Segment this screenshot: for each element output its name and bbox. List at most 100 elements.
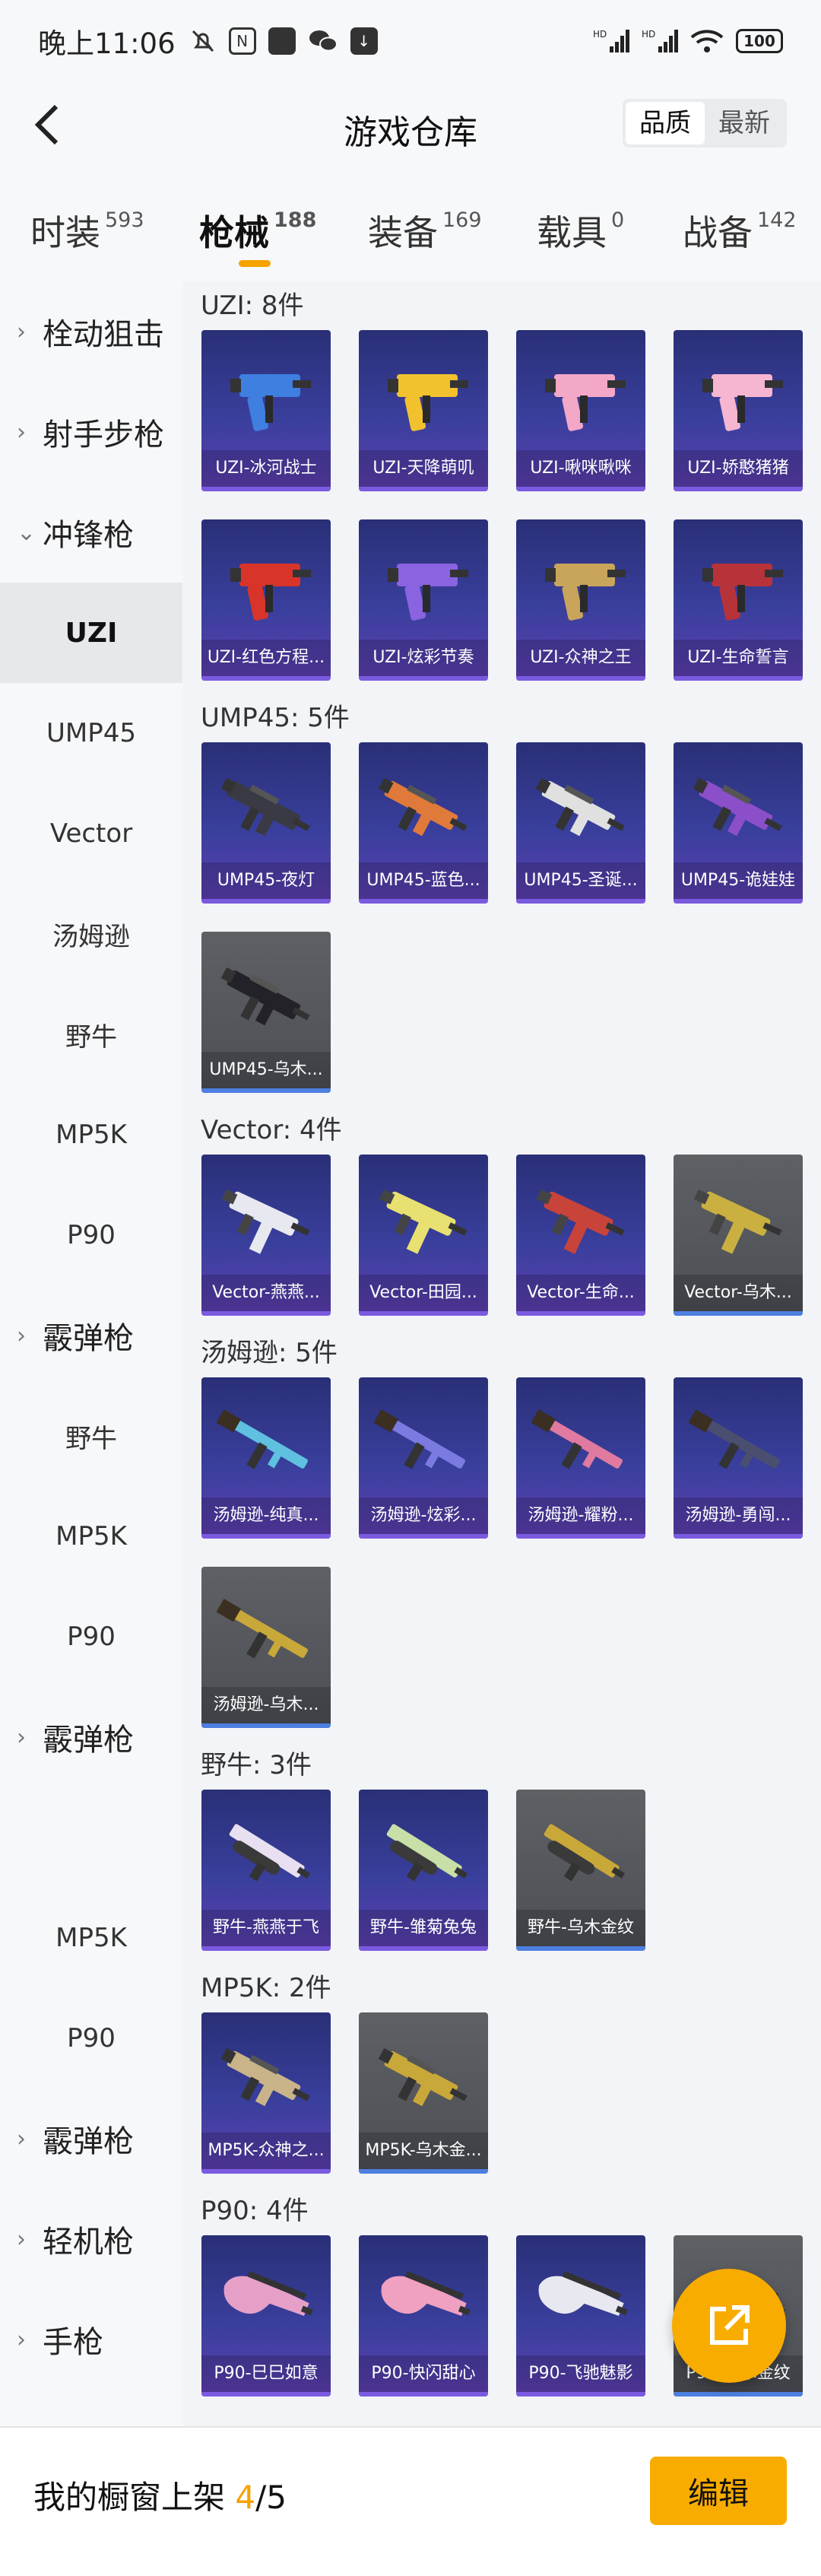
status-time: 晚上11:06 (38, 27, 176, 60)
skin-card[interactable]: 汤姆逊-乌木... (201, 1567, 331, 1728)
sidebar-item-label: 轻机枪 (43, 2225, 134, 2260)
sidebar-category[interactable]: › 栓动狙击 (0, 281, 182, 382)
sidebar-item[interactable]: 野牛 (0, 984, 182, 1085)
skin-grid: 汤姆逊-纯真... 汤姆逊-炫彩... 汤姆逊-耀粉... 汤姆逊-勇闯... 汤姆逊-… (190, 1377, 821, 1728)
sidebar-category[interactable]: ⌄ 冲锋枪 (0, 482, 182, 583)
skin-card[interactable]: UMP45-乌木... (201, 932, 331, 1093)
tab-guns[interactable]: 枪械 188 (199, 205, 316, 267)
skin-name: P90-快闪甜心 (359, 2355, 488, 2392)
chevron-right-icon: › (17, 2125, 26, 2152)
quality-bar (516, 1946, 645, 1951)
skin-card[interactable]: UZI-天降萌叽 (359, 330, 488, 491)
skin-grid: Vector-燕燕... Vector-田园... Vector-生命... Vect… (190, 1155, 821, 1316)
tab-supplies[interactable]: 战备 142 (683, 205, 797, 256)
sidebar-item[interactable]: P90 (0, 1185, 182, 1285)
tab-active-indicator (239, 260, 271, 267)
gun-skin-icon (217, 541, 315, 632)
skin-card[interactable]: 汤姆逊-耀粉... (516, 1377, 645, 1539)
skin-name: UZI-众神之王 (516, 640, 645, 676)
quality-bar (359, 1534, 488, 1539)
mute-bell-icon (192, 30, 214, 52)
skin-name: Vector-燕燕... (201, 1275, 331, 1311)
skin-card[interactable]: P90-快闪甜心 (359, 2235, 488, 2397)
quality-bar (201, 1534, 331, 1539)
skin-card[interactable]: MP5K-众神之... (201, 2012, 331, 2174)
sidebar-category[interactable]: › 霰弹枪 (0, 1285, 182, 1386)
gun-skin-icon (531, 2257, 630, 2348)
sort-option-quality[interactable]: 品质 (626, 102, 705, 145)
sidebar-item[interactable]: UMP45 (0, 683, 182, 783)
quality-bar (201, 676, 331, 681)
skin-card[interactable]: P90-飞驰魅影 (516, 2235, 645, 2397)
gun-skin-icon (374, 764, 473, 855)
skin-card[interactable]: UMP45-夜灯 (201, 742, 331, 904)
sidebar-item-label: 霰弹枪 (43, 1321, 134, 1356)
sidebar-category[interactable]: › 轻机枪 (0, 2189, 182, 2289)
skin-name: MP5K-众神之... (201, 2133, 331, 2169)
edit-button[interactable]: 编辑 (650, 2457, 787, 2525)
sidebar-item[interactable] (0, 1787, 182, 1888)
gun-skin-icon (374, 1811, 473, 1902)
skin-card[interactable]: MP5K-乌木金... (359, 2012, 488, 2174)
sidebar-item-label: 冲锋枪 (43, 518, 134, 553)
sidebar-item-label: MP5K (55, 1521, 127, 1552)
sidebar-item-label: 汤姆逊 (52, 921, 130, 952)
skin-card[interactable]: UMP45-蓝色... (359, 742, 488, 904)
skin-card[interactable]: P90-巳巳如意 (201, 2235, 331, 2397)
sidebar-item[interactable]: 汤姆逊 (0, 884, 182, 984)
skin-name: MP5K-乌木金... (359, 2133, 488, 2169)
skin-card[interactable]: UMP45-圣诞... (516, 742, 645, 904)
signal-2-icon: HD (642, 29, 678, 52)
skin-name: UZI-红色方程... (201, 640, 331, 676)
sidebar-item[interactable]: MP5K (0, 1085, 182, 1185)
skin-card[interactable]: UZI-生命誓言 (674, 519, 803, 681)
sidebar-category[interactable]: › 霰弹枪 (0, 2088, 182, 2189)
skin-card[interactable]: Vector-乌木... (674, 1155, 803, 1316)
sidebar-item[interactable]: P90 (0, 1587, 182, 1687)
nfc-icon: N (228, 27, 256, 55)
sort-option-latest[interactable]: 最新 (705, 102, 784, 145)
skin-card[interactable]: Vector-生命... (516, 1155, 645, 1316)
tab-fashion[interactable]: 时装 593 (30, 205, 144, 256)
skin-card[interactable]: 汤姆逊-纯真... (201, 1377, 331, 1539)
skin-name: UMP45-蓝色... (359, 862, 488, 899)
sidebar-item[interactable]: MP5K (0, 1888, 182, 1988)
tab-equipment[interactable]: 装备 169 (368, 205, 482, 256)
skin-card[interactable]: UZI-炫彩节奏 (359, 519, 488, 681)
sidebar-item-label: P90 (67, 2023, 116, 2053)
skin-card[interactable]: UZI-啾咪啾咪 (516, 330, 645, 491)
gun-skin-icon (374, 1176, 473, 1267)
quality-bar (201, 1946, 331, 1951)
app-icon (268, 27, 296, 55)
skin-name: UMP45-乌木... (201, 1052, 331, 1088)
svg-text:HD: HD (593, 29, 607, 40)
sidebar-item[interactable]: Vector (0, 783, 182, 884)
sidebar-item[interactable]: MP5K (0, 1486, 182, 1587)
skin-card[interactable]: 汤姆逊-炫彩... (359, 1377, 488, 1539)
gun-skin-icon (531, 764, 630, 855)
skin-card[interactable]: UZI-红色方程... (201, 519, 331, 681)
tab-vehicles[interactable]: 载具 0 (537, 205, 624, 256)
quality-bar (516, 1534, 645, 1539)
sidebar-category[interactable]: › 射手步枪 (0, 382, 182, 482)
skin-card[interactable]: 野牛-燕燕于飞 (201, 1790, 331, 1951)
category-tabs: 时装 593 枪械 188 装备 169 载具 0 战备 142 (0, 167, 821, 281)
skin-card[interactable]: Vector-田园... (359, 1155, 488, 1316)
share-button[interactable] (672, 2269, 786, 2383)
skin-name: 野牛-雏菊兔兔 (359, 1910, 488, 1946)
share-icon (710, 2305, 750, 2345)
sidebar-item[interactable]: UZI (0, 583, 182, 683)
skin-card[interactable]: UZI-娇憨猪猪 (674, 330, 803, 491)
skin-card[interactable]: UZI-众神之王 (516, 519, 645, 681)
skin-card[interactable]: Vector-燕燕... (201, 1155, 331, 1316)
skin-card[interactable]: 野牛-乌木金纹 (516, 1790, 645, 1951)
sidebar-category[interactable]: › 手枪 (0, 2289, 182, 2390)
sidebar-item[interactable]: P90 (0, 1988, 182, 2088)
skin-card[interactable]: 汤姆逊-勇闯... (674, 1377, 803, 1539)
skin-card[interactable]: UZI-冰河战士 (201, 330, 331, 491)
skin-card[interactable]: 野牛-雏菊兔兔 (359, 1790, 488, 1951)
skin-card[interactable]: UMP45-诡娃娃 (674, 742, 803, 904)
sidebar-category[interactable]: › 霰弹枪 (0, 1687, 182, 1787)
sort-toggle: 品质 最新 (623, 99, 787, 148)
sidebar-item[interactable]: 野牛 (0, 1386, 182, 1486)
